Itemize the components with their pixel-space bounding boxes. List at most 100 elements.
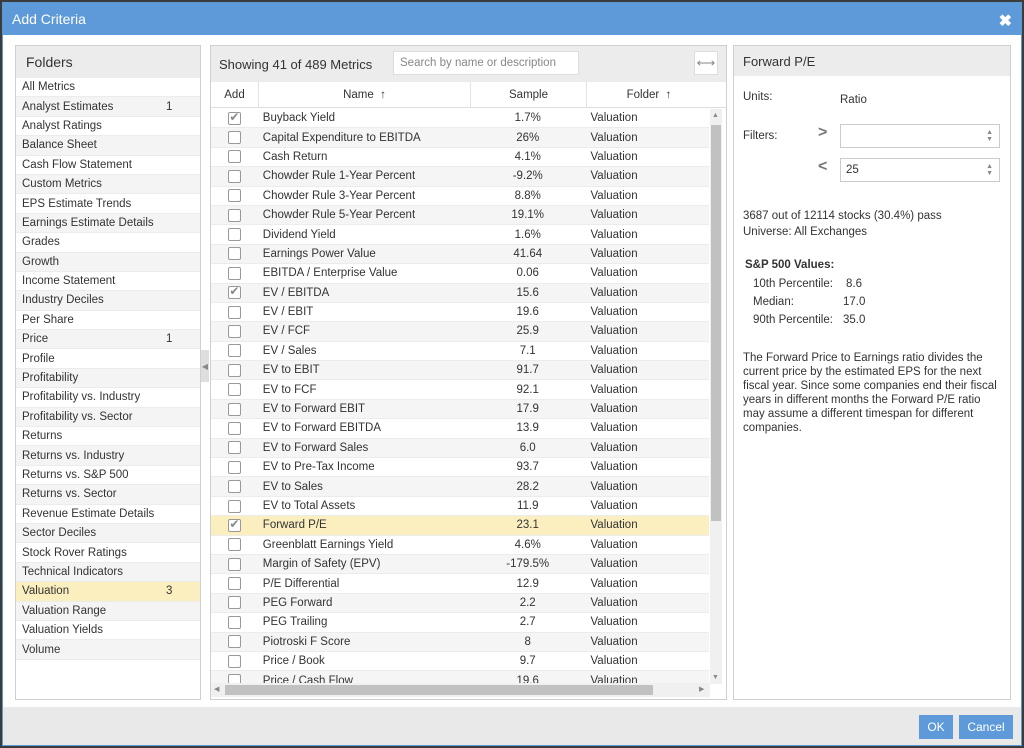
folder-item[interactable]: Cash Flow Statement: [16, 156, 200, 175]
table-row[interactable]: EV / Sales 7.1 Valuation: [211, 342, 709, 362]
table-row[interactable]: Buyback Yield 1.7% Valuation: [211, 109, 709, 129]
add-checkbox[interactable]: [228, 189, 242, 203]
table-row[interactable]: EV to EBIT 91.7 Valuation: [211, 361, 709, 381]
table-row[interactable]: PEG Forward 2.2 Valuation: [211, 593, 709, 614]
add-checkbox[interactable]: [228, 266, 242, 280]
folder-item[interactable]: Volume: [16, 640, 200, 660]
folder-item[interactable]: Analyst Ratings: [16, 117, 200, 137]
column-header-folder[interactable]: Folder ↑: [587, 82, 711, 107]
folder-item[interactable]: Returns vs. Sector: [16, 485, 200, 505]
folder-item[interactable]: Industry Deciles: [16, 291, 200, 311]
scroll-down-icon[interactable]: ▼: [712, 674, 719, 681]
expand-button[interactable]: ⟷: [694, 51, 718, 75]
table-row[interactable]: Forward P/E 23.1 Valuation: [211, 516, 709, 536]
horizontal-scroll-thumb[interactable]: [225, 685, 653, 695]
add-checkbox[interactable]: [228, 538, 242, 552]
folder-item[interactable]: Returns: [16, 427, 200, 447]
vertical-scroll-thumb[interactable]: [711, 125, 721, 521]
add-checkbox[interactable]: [228, 557, 242, 571]
table-row[interactable]: EV / EBIT 19.6 Valuation: [211, 303, 709, 323]
add-checkbox[interactable]: [228, 284, 242, 300]
folder-item[interactable]: Per Share: [16, 311, 200, 331]
add-checkbox[interactable]: [228, 150, 242, 164]
add-checkbox[interactable]: [228, 344, 242, 358]
add-checkbox[interactable]: [228, 110, 242, 125]
spinner-arrows-icon[interactable]: ▲ ▼: [986, 163, 993, 177]
table-row[interactable]: EV to FCF 92.1 Valuation: [211, 380, 709, 400]
column-header-name[interactable]: Name ↑: [259, 82, 471, 107]
folder-item[interactable]: Income Statement: [16, 272, 200, 292]
folder-item[interactable]: Custom Metrics: [16, 174, 200, 195]
vertical-scrollbar[interactable]: ▲ ▼: [710, 109, 722, 684]
add-checkbox[interactable]: [228, 480, 242, 494]
collapse-splitter[interactable]: ◀: [201, 350, 209, 382]
table-row[interactable]: EV to Total Assets 11.9 Valuation: [211, 497, 709, 517]
folder-item[interactable]: Valuation Range: [16, 601, 200, 621]
add-checkbox[interactable]: [228, 635, 242, 649]
filter-min-input[interactable]: ▲ ▼: [840, 124, 1000, 148]
add-checkbox[interactable]: [228, 421, 242, 435]
table-row[interactable]: EV to Pre-Tax Income 93.7 Valuation: [211, 458, 709, 478]
folder-item[interactable]: Grades: [16, 233, 200, 253]
folder-item[interactable]: Sector Deciles: [16, 523, 200, 544]
scroll-up-icon[interactable]: ▲: [712, 112, 719, 119]
folder-item[interactable]: Balance Sheet: [16, 136, 200, 156]
add-checkbox[interactable]: [228, 324, 242, 338]
table-row[interactable]: Piotroski F Score 8 Valuation: [211, 632, 709, 652]
table-row[interactable]: EV to Forward EBIT 17.9 Valuation: [211, 399, 709, 420]
table-row[interactable]: Price / Book 9.7 Valuation: [211, 652, 709, 672]
add-checkbox[interactable]: [228, 577, 242, 591]
table-row[interactable]: Cash Return 4.1% Valuation: [211, 148, 709, 168]
table-row[interactable]: EV to Forward Sales 6.0 Valuation: [211, 438, 709, 459]
folder-item[interactable]: Analyst Estimates 1: [16, 97, 200, 117]
table-row[interactable]: EV to Sales 28.2 Valuation: [211, 477, 709, 497]
column-header-sample[interactable]: Sample: [471, 82, 587, 107]
add-checkbox[interactable]: [228, 208, 242, 222]
add-checkbox[interactable]: [228, 615, 242, 629]
add-checkbox[interactable]: [228, 228, 242, 242]
add-checkbox[interactable]: [228, 517, 242, 532]
scroll-right-icon[interactable]: ▶: [699, 685, 704, 693]
folder-item[interactable]: Technical Indicators: [16, 562, 200, 583]
folder-item[interactable]: Valuation 3: [16, 582, 200, 602]
folder-item[interactable]: Valuation Yields: [16, 621, 200, 641]
folder-item[interactable]: Profitability: [16, 368, 200, 389]
table-row[interactable]: Greenblatt Earnings Yield 4.6% Valuation: [211, 536, 709, 555]
folder-item[interactable]: Profile: [16, 349, 200, 369]
table-row[interactable]: EV to Forward EBITDA 13.9 Valuation: [211, 419, 709, 439]
horizontal-scrollbar[interactable]: ◀ ▶: [211, 683, 710, 697]
table-row[interactable]: P/E Differential 12.9 Valuation: [211, 574, 709, 594]
table-row[interactable]: EBITDA / Enterprise Value 0.06 Valuation: [211, 264, 709, 284]
spinner-arrows-icon[interactable]: ▲ ▼: [986, 129, 993, 143]
add-checkbox[interactable]: [228, 131, 242, 145]
add-checkbox[interactable]: [228, 363, 242, 377]
table-row[interactable]: Margin of Safety (EPV) -179.5% Valuation: [211, 554, 709, 575]
add-checkbox[interactable]: [228, 402, 242, 416]
table-row[interactable]: Capital Expenditure to EBITDA 26% Valuatio…: [211, 128, 709, 148]
filter-max-input[interactable]: 25 ▲ ▼: [840, 158, 1000, 182]
add-checkbox[interactable]: [228, 499, 242, 513]
folder-item[interactable]: EPS Estimate Trends: [16, 194, 200, 214]
table-row[interactable]: Dividend Yield 1.6% Valuation: [211, 225, 709, 245]
folder-item[interactable]: Returns vs. Industry: [16, 446, 200, 466]
folder-item[interactable]: Price 1: [16, 330, 200, 350]
cancel-button[interactable]: Cancel: [959, 715, 1013, 739]
folder-item[interactable]: Stock Rover Ratings: [16, 543, 200, 563]
close-icon[interactable]: ✖: [999, 11, 1012, 31]
search-input[interactable]: [393, 51, 579, 75]
add-checkbox[interactable]: [228, 383, 242, 397]
table-row[interactable]: Earnings Power Value 41.64 Valuation: [211, 244, 709, 265]
add-checkbox[interactable]: [228, 247, 242, 261]
add-checkbox[interactable]: [228, 654, 242, 668]
folder-item[interactable]: Growth: [16, 252, 200, 272]
table-row[interactable]: EV / FCF 25.9 Valuation: [211, 322, 709, 342]
folder-item[interactable]: Earnings Estimate Details: [16, 213, 200, 234]
table-row[interactable]: EV / EBITDA 15.6 Valuation: [211, 283, 709, 303]
folder-item[interactable]: Returns vs. S&P 500: [16, 466, 200, 486]
folder-item[interactable]: All Metrics: [16, 78, 200, 98]
ok-button[interactable]: OK: [919, 715, 953, 739]
add-checkbox[interactable]: [228, 460, 242, 474]
add-checkbox[interactable]: [228, 441, 242, 455]
table-row[interactable]: Chowder Rule 1-Year Percent -9.2% Valuatio…: [211, 167, 709, 187]
scroll-left-icon[interactable]: ◀: [214, 685, 219, 693]
